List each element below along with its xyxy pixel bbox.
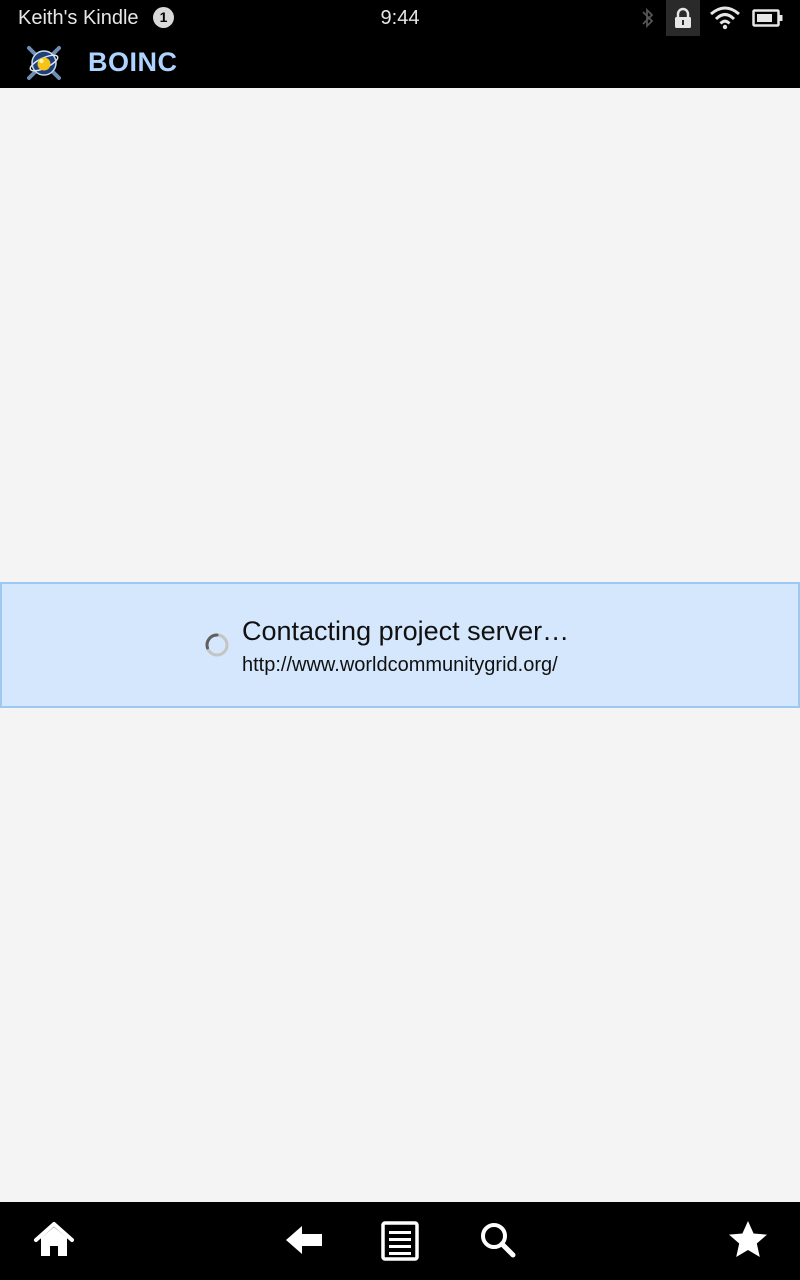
action-bar: BOINC [0,36,800,88]
main-content: Contacting project server… http://www.wo… [0,88,800,1202]
loading-spinner-icon [205,633,229,657]
app-title: BOINC [88,47,178,77]
back-icon[interactable] [282,1218,326,1262]
boinc-logo-icon[interactable] [24,43,64,83]
lock-icon [675,7,691,28]
progress-panel: Contacting project server… http://www.wo… [0,582,800,708]
wifi-icon [710,6,740,30]
menu-icon[interactable] [378,1218,422,1262]
status-bar: Keith's Kindle 1 9:44 [0,0,800,36]
progress-title: Contacting project server… [242,616,570,646]
home-icon[interactable] [32,1218,76,1262]
bluetooth-icon [642,7,654,29]
navigation-bar [0,1202,800,1280]
project-url: http://www.worldcommunitygrid.org/ [242,654,558,676]
search-icon[interactable] [476,1218,520,1262]
favorites-icon[interactable] [726,1218,770,1262]
battery-icon [752,9,783,27]
